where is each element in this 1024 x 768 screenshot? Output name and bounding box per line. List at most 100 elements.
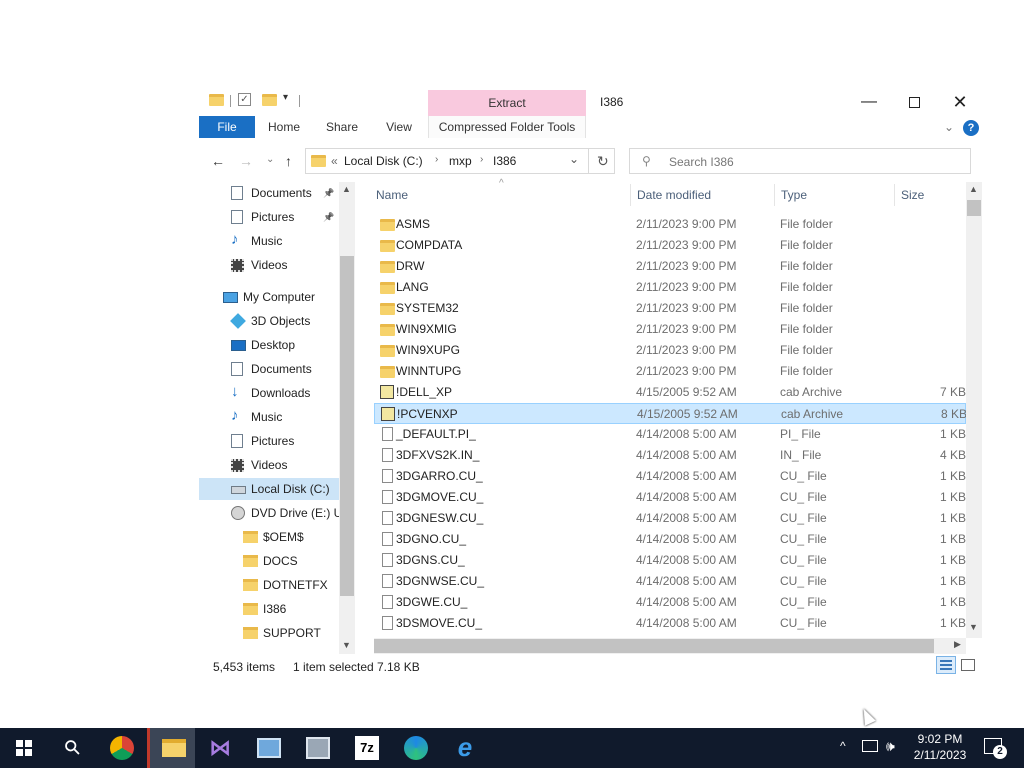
- file-name: ASMS: [396, 217, 431, 231]
- file-date: 2/11/2023 9:00 PM: [636, 364, 737, 378]
- file-row[interactable]: SYSTEM32 2/11/2023 9:00 PM File folder: [374, 298, 966, 319]
- clock[interactable]: 9:02 PM 2/11/2023: [910, 731, 970, 763]
- details-view-icon[interactable]: [936, 656, 956, 674]
- file-size: 7 KB: [939, 385, 966, 399]
- file-row[interactable]: WIN9XMIG 2/11/2023 9:00 PM File folder: [374, 319, 966, 340]
- file-type: CU_ File: [780, 469, 827, 483]
- file-date: 4/14/2008 5:00 AM: [636, 553, 737, 567]
- volume-icon[interactable]: 🕪: [886, 738, 895, 755]
- file-type: File folder: [780, 280, 833, 294]
- file-size: 1 KB: [939, 511, 966, 525]
- notifications-icon[interactable]: 2: [984, 738, 1007, 759]
- file-name: WIN9XMIG: [396, 322, 457, 336]
- file-icon: [382, 532, 393, 546]
- file-row[interactable]: 3DGWE.CU_ 4/14/2008 5:00 AM CU_ File 1 KB: [374, 592, 966, 613]
- file-row[interactable]: LANG 2/11/2023 9:00 PM File folder: [374, 277, 966, 298]
- file-type: File folder: [780, 322, 833, 336]
- file-row[interactable]: !DELL_XP 4/15/2005 9:52 AM cab Archive 7 KB: [374, 382, 966, 403]
- file-type: CU_ File: [780, 511, 827, 525]
- file-name: _DEFAULT.PI_: [396, 427, 476, 441]
- file-name: !PCVENXP: [397, 407, 458, 421]
- scroll-down-icon[interactable]: ▼: [969, 622, 978, 632]
- file-row[interactable]: WIN9XUPG 2/11/2023 9:00 PM File folder: [374, 340, 966, 361]
- file-name: SYSTEM32: [396, 301, 459, 315]
- file-row[interactable]: 3DGNO.CU_ 4/14/2008 5:00 AM CU_ File 1 KB: [374, 529, 966, 550]
- clock-date: 2/11/2023: [913, 748, 967, 762]
- file-type: CU_ File: [780, 616, 827, 630]
- file-row[interactable]: ASMS 2/11/2023 9:00 PM File folder: [374, 214, 966, 235]
- taskbar-button[interactable]: [294, 728, 342, 768]
- file-icon: [382, 553, 393, 567]
- file-size: 1 KB: [939, 574, 966, 588]
- file-size: 1 KB: [939, 595, 966, 609]
- file-row[interactable]: DRW 2/11/2023 9:00 PM File folder: [374, 256, 966, 277]
- file-row[interactable]: 3DGNESW.CU_ 4/14/2008 5:00 AM CU_ File 1 KB: [374, 508, 966, 529]
- file-explorer-icon: [162, 739, 186, 757]
- taskbar-button[interactable]: [0, 728, 48, 768]
- file-date: 4/15/2005 9:52 AM: [636, 385, 737, 399]
- folder-icon: [380, 366, 395, 378]
- file-type: CU_ File: [780, 532, 827, 546]
- file-row[interactable]: 3DFXVS2K.IN_ 4/14/2008 5:00 AM IN_ File 4 K…: [374, 445, 966, 466]
- file-type: File folder: [780, 217, 833, 231]
- file-icon: [382, 469, 393, 483]
- file-name: COMPDATA: [396, 238, 463, 252]
- hscrollbar-thumb[interactable]: [374, 639, 934, 653]
- taskbar-button[interactable]: ⋈: [196, 728, 244, 768]
- file-row[interactable]: 3DGARRO.CU_ 4/14/2008 5:00 AM CU_ File 1 KB: [374, 466, 966, 487]
- taskbar-button[interactable]: ⚲: [49, 728, 97, 768]
- file-date: 2/11/2023 9:00 PM: [636, 343, 737, 357]
- taskbar: ⚲ ⋈ 7z e ^ 🕪 9:02 PM 2/11/2023 2: [0, 728, 1024, 768]
- network-icon[interactable]: [862, 740, 878, 752]
- file-name: 3DGMOVE.CU_: [396, 490, 484, 504]
- file-date: 4/14/2008 5:00 AM: [636, 574, 737, 588]
- folder-icon: [380, 324, 395, 336]
- status-selection: 1 item selected: [293, 660, 374, 674]
- file-type: File folder: [780, 343, 833, 357]
- file-list-hscrollbar[interactable]: ▶: [374, 638, 966, 654]
- taskbar-button[interactable]: [245, 728, 293, 768]
- file-row[interactable]: WINNTUPG 2/11/2023 9:00 PM File folder: [374, 361, 966, 382]
- file-date: 4/15/2005 9:52 AM: [637, 407, 738, 421]
- file-row[interactable]: 3DGMOVE.CU_ 4/14/2008 5:00 AM CU_ File 1 KB: [374, 487, 966, 508]
- folder-icon: [380, 303, 395, 315]
- notification-count: 2: [993, 745, 1007, 759]
- file-row[interactable]: 3DGNWSE.CU_ 4/14/2008 5:00 AM CU_ File 1 KB: [374, 571, 966, 592]
- file-size: 1 KB: [939, 532, 966, 546]
- file-date: 4/14/2008 5:00 AM: [636, 511, 737, 525]
- show-hidden-icons-icon[interactable]: ^: [840, 739, 846, 753]
- file-size: 8 KB: [940, 407, 967, 421]
- file-date: 4/14/2008 5:00 AM: [636, 427, 737, 441]
- large-icons-view-icon[interactable]: [961, 659, 975, 671]
- file-size: 1 KB: [939, 469, 966, 483]
- file-row[interactable]: !PCVENXP 4/15/2005 9:52 AM cab Archive 8 KB: [374, 403, 967, 424]
- taskbar-button[interactable]: [392, 728, 440, 768]
- file-row[interactable]: 3DGNS.CU_ 4/14/2008 5:00 AM CU_ File 1 KB: [374, 550, 966, 571]
- file-type: PI_ File: [780, 427, 821, 441]
- cab-archive-icon: [381, 407, 395, 421]
- file-type: File folder: [780, 364, 833, 378]
- status-selection-size: 7.18 KB: [377, 660, 420, 674]
- file-icon: [382, 595, 393, 609]
- taskbar-button[interactable]: 7z: [343, 728, 391, 768]
- file-name: 3DGWE.CU_: [396, 595, 468, 609]
- file-row[interactable]: COMPDATA 2/11/2023 9:00 PM File folder: [374, 235, 966, 256]
- file-name: WINNTUPG: [396, 364, 462, 378]
- scroll-right-icon[interactable]: ▶: [954, 639, 961, 650]
- file-list-scrollbar-thumb[interactable]: [967, 200, 981, 216]
- taskbar-button[interactable]: e: [441, 728, 489, 768]
- file-icon: [382, 427, 393, 441]
- file-icon: [382, 448, 393, 462]
- internet-explorer-icon: e: [457, 732, 473, 762]
- file-list-scrollbar[interactable]: ▲ ▼: [966, 182, 982, 638]
- file-name: WIN9XUPG: [396, 343, 461, 357]
- file-name: 3DSMOVE.CU_: [396, 616, 483, 630]
- file-type: File folder: [780, 259, 833, 273]
- file-row[interactable]: _DEFAULT.PI_ 4/14/2008 5:00 AM PI_ File 1 K…: [374, 424, 966, 445]
- file-date: 2/11/2023 9:00 PM: [636, 217, 737, 231]
- taskbar-button[interactable]: [98, 728, 146, 768]
- scroll-up-icon[interactable]: ▲: [969, 184, 978, 194]
- file-row[interactable]: 3DSMOVE.CU_ 4/14/2008 5:00 AM CU_ File 1 KB: [374, 613, 966, 634]
- taskbar-button[interactable]: [147, 728, 195, 768]
- file-type: CU_ File: [780, 553, 827, 567]
